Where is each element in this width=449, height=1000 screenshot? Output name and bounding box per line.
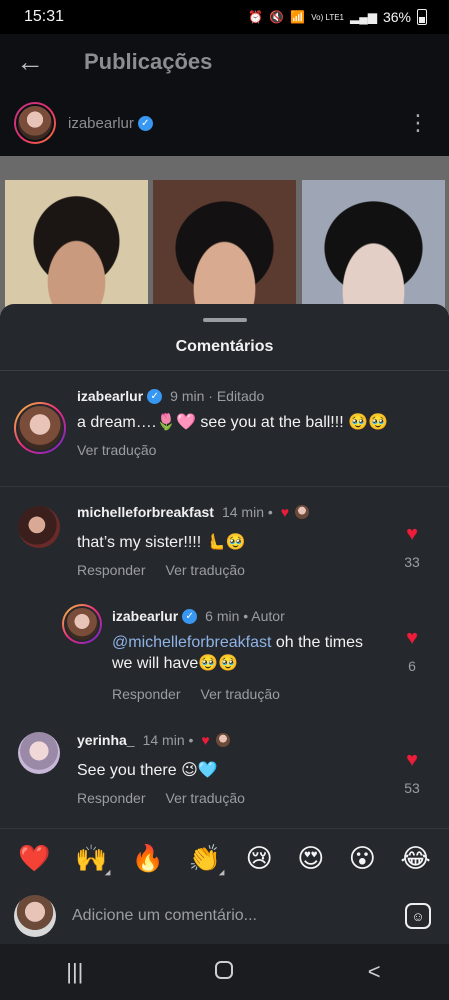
status-bar: 15:31 ⏰ 🔇 📶 Vo) LTE1 ▂▄▆ 36% <box>0 0 449 34</box>
author-liked-avatar <box>215 733 230 747</box>
like-column: ♥ 6 <box>397 628 427 674</box>
home-icon[interactable] <box>194 959 254 985</box>
wifi-icon: 📶 <box>290 10 306 24</box>
comment-username[interactable]: michelleforbreakfast <box>77 504 214 520</box>
laughing-emoji-button[interactable]: 😂 <box>400 843 430 874</box>
header: ← Publicações <box>0 34 449 90</box>
translate-link[interactable]: Ver tradução <box>166 562 245 578</box>
comment-item: izabearlur ✓ 9 min · Editado a dream….🌷🩷… <box>0 380 449 490</box>
commenter-avatar[interactable] <box>18 732 60 774</box>
comment-header: yerinha_ 14 min • ♥ <box>77 732 230 748</box>
author-liked-heart-icon: ♥ <box>201 732 210 748</box>
network-label: Vo) LTE1 <box>311 12 344 22</box>
signal-icon: ▂▄▆ <box>350 10 377 24</box>
comment-header: izabearlur ✓ 9 min · Editado <box>77 388 264 404</box>
comment-text: See you there 😉🩵 <box>77 762 218 779</box>
comment-composer: ☺ <box>0 888 449 944</box>
reply-link[interactable]: Responder <box>112 686 181 702</box>
recent-apps-icon[interactable]: ||| <box>45 959 105 985</box>
comment-text: @michelleforbreakfast oh the times we wi… <box>112 632 363 674</box>
translate-link[interactable]: Ver tradução <box>166 790 245 806</box>
comment-username[interactable]: izabearlur <box>77 388 143 404</box>
page-title: Publicações <box>84 49 213 74</box>
sheet-title: Comentários <box>175 338 274 355</box>
comment-actions: Responder Ver tradução <box>77 790 245 806</box>
verified-badge-icon: ✓ <box>147 388 163 404</box>
comment-text-line2: we will have🥹🥹 <box>112 655 239 672</box>
reply-item: izabearlur ✓ 6 min • Autor @michelleforb… <box>0 600 449 710</box>
verified-badge-icon: ✓ <box>182 608 198 624</box>
comment-input[interactable] <box>72 907 372 925</box>
divider <box>0 486 449 487</box>
comment-header: izabearlur ✓ 6 min • Autor <box>112 608 285 624</box>
like-count: 6 <box>408 658 416 674</box>
status-time: 15:31 <box>24 8 65 25</box>
like-heart-icon[interactable]: ♥ <box>397 524 427 544</box>
comment-meta: 6 min • Autor <box>205 608 285 624</box>
current-user-avatar <box>14 895 56 937</box>
post-photo-3 <box>302 180 445 316</box>
battery-icon <box>417 9 427 25</box>
commenter-avatar[interactable] <box>14 402 66 454</box>
mention-link[interactable]: @michelleforbreakfast <box>112 634 271 651</box>
post-photo-1 <box>5 180 148 316</box>
comment-actions: Responder Ver tradução <box>77 562 245 578</box>
post-photo-2 <box>153 180 296 316</box>
comment-actions: Ver tradução <box>77 442 156 458</box>
like-count: 53 <box>404 780 420 796</box>
commenter-avatar[interactable] <box>18 506 60 548</box>
raising-hands-emoji-button[interactable]: 🙌 <box>75 843 107 874</box>
sticker-icon[interactable]: ☺ <box>405 903 431 929</box>
crying-emoji-button[interactable]: 😢 <box>246 843 273 874</box>
comment-text: that’s my sister!!!! 🫷🥹 <box>77 534 246 551</box>
comment-item: yerinha_ 14 min • ♥ See you there 😉🩵 Res… <box>0 724 449 814</box>
back-arrow-icon[interactable]: ← <box>0 46 60 78</box>
comment-meta: 9 min · Editado <box>170 388 265 404</box>
post-photo-area <box>0 156 449 316</box>
like-count: 33 <box>404 554 420 570</box>
comment-username[interactable]: yerinha_ <box>77 732 135 748</box>
mute-icon: 🔇 <box>269 10 285 24</box>
comment-text: a dream….🌷🩷 see you at the ball!!! 🥹🥹 <box>77 414 388 431</box>
fire-emoji-button[interactable]: 🔥 <box>132 843 164 874</box>
like-heart-icon[interactable]: ♥ <box>397 750 427 770</box>
author-liked-avatar <box>295 505 310 519</box>
verified-badge-icon: ✓ <box>137 115 153 131</box>
status-icons: ⏰ 🔇 📶 Vo) LTE1 ▂▄▆ 36% <box>248 9 427 25</box>
comment-username[interactable]: izabearlur <box>112 608 178 624</box>
divider <box>0 370 449 371</box>
surprised-emoji-button[interactable]: 😮 <box>349 843 376 874</box>
emoji-reaction-bar: ❤️ 🙌 🔥 👏 😢 😍 😮 😂 <box>0 828 449 888</box>
battery-percent: 36% <box>382 9 411 25</box>
more-options-icon[interactable]: ⋮ <box>407 110 429 136</box>
like-column: ♥ 53 <box>397 750 427 796</box>
back-icon[interactable]: < <box>344 959 404 985</box>
comment-actions: Responder Ver tradução <box>112 686 280 702</box>
comment-meta: 14 min • <box>221 504 273 520</box>
author-liked-heart-icon: ♥ <box>280 504 290 520</box>
author-avatar[interactable] <box>14 102 56 144</box>
comment-text-line1: oh the times <box>271 634 364 651</box>
translate-link[interactable]: Ver tradução <box>77 442 156 458</box>
like-heart-icon[interactable]: ♥ <box>397 628 427 648</box>
system-nav-bar: ||| < <box>0 944 449 1000</box>
translate-link[interactable]: Ver tradução <box>201 686 280 702</box>
comment-meta: 14 min • <box>142 732 194 748</box>
heart-emoji-button[interactable]: ❤️ <box>18 843 50 874</box>
author-username[interactable]: izabearlur <box>68 115 134 132</box>
comment-item: michelleforbreakfast 14 min • ♥ that’s m… <box>0 496 449 586</box>
post-author-row: izabearlur ✓ ⋮ <box>0 90 449 156</box>
sheet-drag-handle[interactable] <box>203 318 247 322</box>
like-column: ♥ 33 <box>397 524 427 570</box>
alarm-icon: ⏰ <box>248 10 264 24</box>
commenter-avatar[interactable] <box>62 604 102 644</box>
heart-eyes-emoji-button[interactable]: 😍 <box>297 843 324 874</box>
comment-header: michelleforbreakfast 14 min • ♥ <box>77 504 310 520</box>
clapping-emoji-button[interactable]: 👏 <box>189 843 221 874</box>
reply-link[interactable]: Responder <box>77 790 146 806</box>
reply-link[interactable]: Responder <box>77 562 146 578</box>
